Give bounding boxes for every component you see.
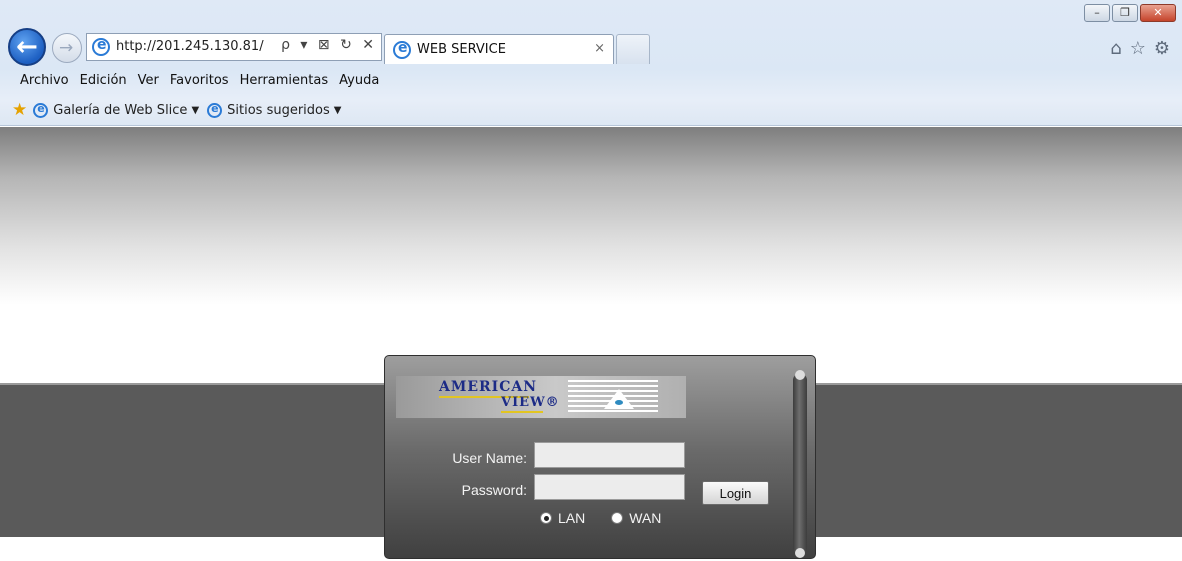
home-icon[interactable]: ⌂ [1110, 38, 1121, 59]
ie-tab-icon [393, 40, 411, 59]
menu-archivo[interactable]: Archivo [20, 73, 69, 88]
american-view-logo: AMERICAN VIEW® [396, 376, 686, 418]
logo-text-line1: AMERICAN [439, 379, 538, 395]
password-input[interactable] [534, 474, 685, 500]
fav-label: Galería de Web Slice [53, 102, 188, 118]
ie-fav-icon [33, 102, 49, 118]
back-button[interactable]: ← [8, 28, 46, 66]
ie-page-icon [92, 37, 110, 56]
restore-icon: ❐ [1120, 6, 1130, 19]
page-content: AMERICAN VIEW® User Name: Password: Logi… [0, 127, 1182, 561]
forward-arrow-icon: → [59, 38, 74, 58]
radio-option-wan[interactable]: WAN [611, 510, 661, 526]
password-label: Password: [461, 482, 527, 498]
radio-lan[interactable] [540, 512, 552, 524]
fav-web-slice-gallery[interactable]: Galería de Web Slice ▼ [33, 102, 200, 118]
login-button[interactable]: Login [702, 481, 769, 505]
menu-favoritos[interactable]: Favoritos [170, 73, 229, 88]
tab-title: WEB SERVICE [417, 42, 506, 57]
favorites-bar: ★ Galería de Web Slice ▼ Sitios sugerido… [12, 100, 349, 120]
close-icon: ✕ [1153, 6, 1163, 19]
ie-fav-icon [207, 102, 223, 118]
favorites-star-icon[interactable]: ☆ [1130, 38, 1146, 59]
radio-wan-label: WAN [629, 510, 662, 526]
address-bar[interactable]: http://201.245.130.81/ ρ ▾ ⊠ ↻ ✕ [86, 33, 382, 61]
menu-bar: Archivo Edición Ver Favoritos Herramient… [20, 73, 379, 88]
toolbar-icons: ⌂ ☆ ⚙ [1110, 38, 1170, 59]
browser-chrome: – ❐ ✕ ← → http://201.245.130.81/ ρ ▾ ⊠ ↻… [0, 0, 1182, 126]
pyramid-icon [604, 389, 634, 409]
add-favorite-star-icon[interactable]: ★ [12, 100, 27, 120]
minimize-button[interactable]: – [1084, 4, 1110, 22]
radio-option-lan[interactable]: LAN [540, 510, 585, 526]
eye-icon [615, 400, 623, 405]
login-panel: AMERICAN VIEW® User Name: Password: Logi… [384, 355, 816, 559]
logo-underline [501, 411, 543, 413]
username-input[interactable] [534, 442, 685, 468]
tools-gear-icon[interactable]: ⚙ [1154, 38, 1170, 59]
fav-suggested-sites[interactable]: Sitios sugeridos ▼ [207, 102, 342, 118]
tab-web-service[interactable]: WEB SERVICE × [384, 34, 614, 64]
menu-ayuda[interactable]: Ayuda [339, 73, 379, 88]
menu-edicion[interactable]: Edición [80, 73, 127, 88]
restore-button[interactable]: ❐ [1112, 4, 1138, 22]
chevron-down-icon: ▼ [191, 104, 200, 116]
header-gradient [0, 127, 1182, 305]
radio-lan-label: LAN [558, 510, 586, 526]
menu-ver[interactable]: Ver [138, 73, 159, 88]
tab-close-icon[interactable]: × [594, 41, 605, 56]
radio-wan[interactable] [611, 512, 624, 524]
back-arrow-icon: ← [16, 32, 38, 62]
menu-herramientas[interactable]: Herramientas [240, 73, 329, 88]
close-window-button[interactable]: ✕ [1140, 4, 1176, 22]
address-url[interactable]: http://201.245.130.81/ [116, 39, 264, 54]
fav-label: Sitios sugeridos [227, 102, 330, 118]
username-label: User Name: [452, 450, 527, 466]
chevron-down-icon: ▼ [333, 104, 342, 116]
new-tab-button[interactable] [616, 34, 650, 64]
address-tools[interactable]: ρ ▾ ⊠ ↻ ✕ [281, 37, 377, 53]
window-controls: – ❐ ✕ [1082, 4, 1176, 22]
forward-button[interactable]: → [52, 33, 82, 63]
network-radio-group: LAN WAN [540, 510, 687, 526]
minimize-icon: – [1094, 6, 1100, 19]
panel-hinge [793, 370, 807, 558]
logo-text-line2: VIEW® [501, 395, 560, 410]
